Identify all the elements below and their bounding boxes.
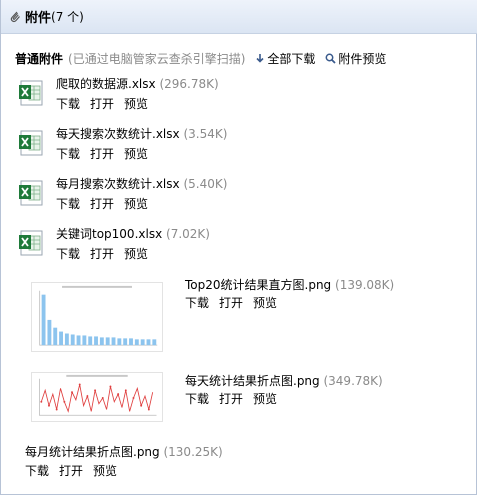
file-size: (139.08K) (335, 278, 395, 292)
preview-all-button[interactable]: 附件预览 (325, 50, 386, 67)
file-name[interactable]: 每天搜索次数统计.xlsx (3.54K) (56, 125, 227, 142)
open-link[interactable]: 打开 (90, 245, 114, 262)
file-actions: 下载 打开 预览 (56, 95, 148, 112)
download-link[interactable]: 下载 (56, 145, 80, 162)
scan-note: (已通过电脑管家云查杀引擎扫描) (68, 51, 246, 66)
file-name[interactable]: 关键词top100.xlsx (7.02K) (56, 225, 210, 242)
file-name[interactable]: 每月统计结果折点图.png (130.25K) (25, 443, 223, 460)
file-actions: 下载 打开 预览 (56, 245, 148, 262)
preview-all-label: 附件预览 (338, 51, 387, 66)
file-name[interactable]: Top20统计结果直方图.png (139.08K) (185, 276, 394, 293)
open-link[interactable]: 打开 (59, 462, 83, 479)
file-size: (7.02K) (166, 227, 210, 241)
file-actions: 下载 打开 预览 (56, 195, 148, 212)
file-actions: 下载 打开 预览 (56, 145, 148, 162)
paperclip-icon (10, 11, 20, 22)
file-size: (296.78K) (159, 77, 219, 91)
search-icon (325, 53, 337, 64)
download-link[interactable]: 下载 (56, 95, 80, 112)
bar-chart-thumbnail[interactable] (31, 282, 163, 352)
file-size: (3.54K) (183, 127, 228, 141)
file-actions: 下载 打开 预览 (185, 390, 277, 407)
download-arrow-icon (256, 53, 264, 63)
open-link[interactable]: 打开 (219, 390, 243, 407)
attachment-title: 附件 (25, 11, 52, 26)
open-link[interactable]: 打开 (90, 195, 114, 212)
excel-icon (19, 180, 43, 206)
attachment-header: 附件 (7 个) (1, 0, 477, 34)
normal-attachments-label: 普通附件 (15, 51, 64, 66)
file-actions: 下载 打开 预览 (25, 462, 117, 479)
preview-link[interactable]: 预览 (124, 195, 148, 212)
download-all-label: 全部下载 (267, 51, 316, 66)
download-all-button[interactable]: 全部下载 (255, 50, 315, 67)
file-size: (5.40K) (183, 177, 228, 191)
download-link[interactable]: 下载 (56, 245, 80, 262)
line-chart-thumbnail[interactable] (31, 372, 163, 422)
excel-icon (19, 230, 43, 256)
preview-link[interactable]: 预览 (124, 95, 148, 112)
file-name[interactable]: 每天统计结果折点图.png (349.78K) (185, 372, 383, 389)
open-link[interactable]: 打开 (90, 95, 114, 112)
file-size: (130.25K) (163, 445, 223, 459)
download-link[interactable]: 下载 (185, 294, 209, 311)
download-link[interactable]: 下载 (185, 390, 209, 407)
excel-icon (19, 130, 43, 156)
open-link[interactable]: 打开 (90, 145, 114, 162)
file-size: (349.78K) (323, 374, 383, 388)
attachment-panel: 附件 (7 个) 普通附件 (已通过电脑管家云查杀引擎扫描) 全部下载 附件预览 (0, 0, 477, 495)
file-name[interactable]: 每月搜索次数统计.xlsx (5.40K) (56, 175, 227, 192)
download-link[interactable]: 下载 (25, 462, 49, 479)
attachment-toolbar: 普通附件 (已通过电脑管家云查杀引擎扫描) 全部下载 附件预览 (15, 50, 386, 66)
download-link[interactable]: 下载 (56, 195, 80, 212)
attachment-count: (7 个) (51, 10, 84, 24)
preview-link[interactable]: 预览 (93, 462, 117, 479)
file-actions: 下载 打开 预览 (185, 294, 277, 311)
preview-link[interactable]: 预览 (124, 245, 148, 262)
preview-link[interactable]: 预览 (253, 390, 277, 407)
preview-link[interactable]: 预览 (124, 145, 148, 162)
preview-link[interactable]: 预览 (253, 294, 277, 311)
open-link[interactable]: 打开 (219, 294, 243, 311)
excel-icon (19, 80, 43, 106)
file-name[interactable]: 爬取的数据源.xlsx (296.78K) (56, 75, 219, 92)
